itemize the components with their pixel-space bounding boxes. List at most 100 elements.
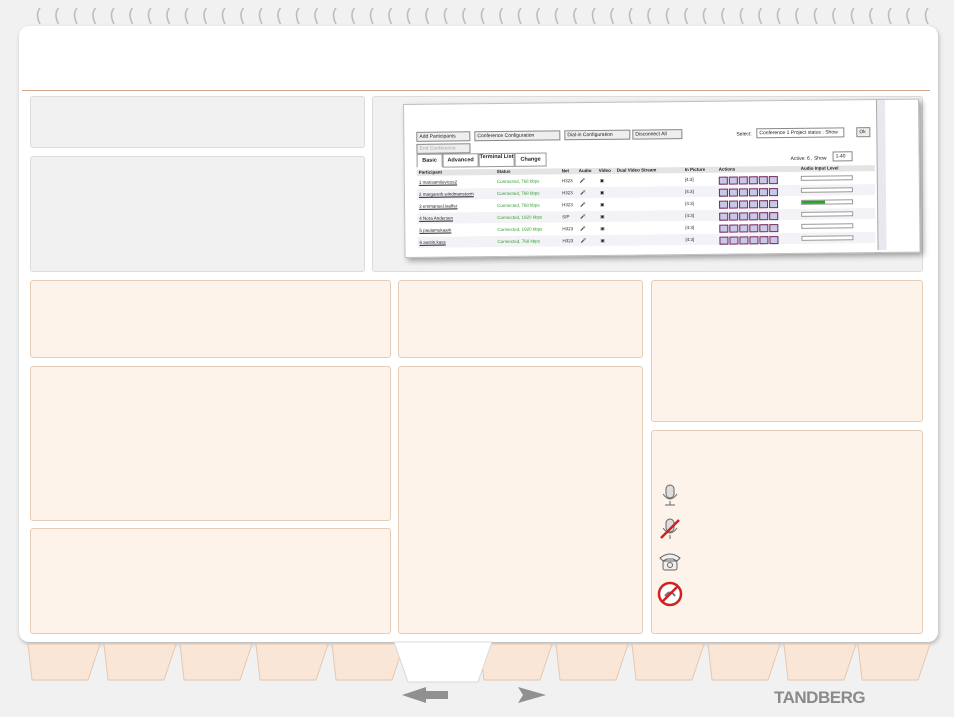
participant-link[interactable]: 5 paulamukaark — [419, 228, 451, 233]
binding-ring — [369, 7, 374, 25]
binding-ring — [647, 7, 652, 25]
intro-panel — [30, 96, 365, 148]
chapter-tab[interactable] — [479, 643, 553, 681]
action-icons[interactable] — [719, 236, 779, 246]
audio-icon[interactable]: 🎤 — [580, 190, 586, 196]
layout-ratio: [4:3] — [684, 176, 694, 183]
binding-ring — [499, 7, 504, 25]
participant-link[interactable]: 6 austin.kass — [419, 240, 445, 245]
audio-icon[interactable]: 🎤 — [580, 202, 586, 208]
participant-link[interactable]: 2 margareth.windmanstorm — [419, 191, 474, 197]
chapter-tab[interactable] — [631, 643, 705, 681]
audio-icon[interactable]: 🎤 — [580, 214, 586, 220]
chapter-tab[interactable] — [555, 643, 629, 681]
binding-ring — [702, 7, 707, 25]
conference-select[interactable]: Conference 1 Project status : Show — [756, 127, 845, 139]
conference-screenshot: Add Participants Conference Configuratio… — [403, 98, 921, 258]
text-panel-5 — [398, 366, 643, 634]
tab-terminal-list[interactable]: Terminal List — [478, 152, 515, 168]
video-icon[interactable]: ▣ — [600, 190, 604, 196]
telephone-icon — [659, 553, 681, 571]
text-panel-6 — [651, 280, 923, 422]
network-type: SIP — [562, 214, 570, 220]
column-header: Actions — [718, 166, 736, 172]
microphone-muted-icon — [660, 518, 680, 539]
connection-status: Connected, 768 kbps — [497, 238, 541, 245]
binding-ring — [388, 7, 393, 25]
video-icon[interactable]: ▣ — [600, 226, 604, 232]
binding-ring — [203, 7, 208, 25]
video-icon[interactable]: ▣ — [600, 238, 604, 244]
binding-ring — [184, 7, 189, 25]
binding-ring — [869, 7, 874, 25]
info-panel — [30, 156, 365, 272]
chapter-tab[interactable] — [707, 643, 781, 681]
binding-ring — [332, 7, 337, 25]
audio-icon[interactable]: 🎤 — [580, 178, 586, 184]
previous-page-arrow[interactable] — [400, 686, 450, 704]
participant-link[interactable]: 1 marisamilovicos2 — [419, 179, 457, 184]
chapter-tab[interactable] — [179, 643, 253, 681]
ok-button[interactable]: Ok — [856, 127, 871, 138]
column-header: Status — [496, 168, 511, 175]
connection-status: Connected, 768 kbps — [496, 190, 540, 197]
chapter-tabs — [27, 641, 931, 683]
add-participants-button[interactable]: Add Participants — [416, 131, 471, 142]
chapter-tab[interactable] — [27, 643, 101, 681]
column-header: Audio — [578, 168, 592, 174]
chapter-tab[interactable] — [331, 643, 405, 681]
next-page-arrow[interactable] — [513, 686, 548, 704]
video-icon[interactable]: ▣ — [600, 214, 604, 220]
binding-ring — [55, 7, 60, 25]
binding-ring — [73, 7, 78, 25]
binding-ring — [795, 7, 800, 25]
binding-ring — [721, 7, 726, 25]
legend-panel — [651, 430, 923, 634]
participant-link[interactable]: 3 emmanuel.lauffer — [419, 203, 458, 208]
audio-level-meter — [800, 187, 853, 193]
end-conference-button[interactable]: End Conference — [416, 143, 471, 154]
text-panel-1 — [30, 280, 391, 358]
chapter-tab-active[interactable] — [393, 641, 493, 683]
binding-ring — [813, 7, 818, 25]
layout-ratio: [4:3] — [685, 224, 695, 231]
connection-status: Connected, 768 kbps — [496, 178, 540, 185]
chapter-tab[interactable] — [103, 643, 177, 681]
scrollbar[interactable] — [875, 99, 887, 251]
chapter-tab[interactable] — [255, 643, 329, 681]
disconnect-all-button[interactable]: Disconnect All — [632, 129, 683, 140]
binding-ring — [776, 7, 781, 25]
column-header: Net — [561, 168, 570, 174]
chapter-tab[interactable] — [857, 643, 931, 681]
column-header: Audio Input Level — [800, 165, 839, 171]
binding-ring — [462, 7, 467, 25]
audio-icon[interactable]: 🎤 — [580, 226, 586, 232]
tab-change[interactable]: Change — [514, 152, 547, 167]
video-icon[interactable]: ▣ — [600, 178, 604, 184]
column-header: Dual Video Stream — [616, 167, 657, 173]
binding-ring — [850, 7, 855, 25]
show-range-select[interactable]: 1-40 — [832, 151, 853, 162]
binding-ring — [832, 7, 837, 25]
participant-link[interactable]: 4 Nora Andersen — [419, 215, 453, 220]
audio-level-meter — [801, 199, 854, 205]
tandberg-logo: TANDBERG — [774, 688, 866, 707]
audio-level-meter — [801, 223, 854, 229]
text-panel-3 — [30, 528, 391, 634]
column-header: Video — [598, 167, 611, 173]
chapter-tab[interactable] — [783, 643, 857, 681]
audio-level-meter — [801, 211, 854, 217]
tab-basic[interactable]: Basic — [416, 153, 443, 168]
dial-in-configuration-button[interactable]: Dial-in Configuration — [564, 129, 631, 141]
binding-ring — [573, 7, 578, 25]
no-audio-icon — [657, 581, 683, 607]
binding-ring — [443, 7, 448, 25]
network-type: H323 — [562, 238, 574, 244]
binding-ring — [221, 7, 226, 25]
tab-advanced[interactable]: Advanced — [442, 153, 479, 168]
conference-configuration-button[interactable]: Conference Configuration — [474, 130, 561, 142]
video-icon[interactable]: ▣ — [600, 202, 604, 208]
binding-ring — [425, 7, 430, 25]
binding-ring — [295, 7, 300, 25]
audio-icon[interactable]: 🎤 — [580, 238, 586, 244]
